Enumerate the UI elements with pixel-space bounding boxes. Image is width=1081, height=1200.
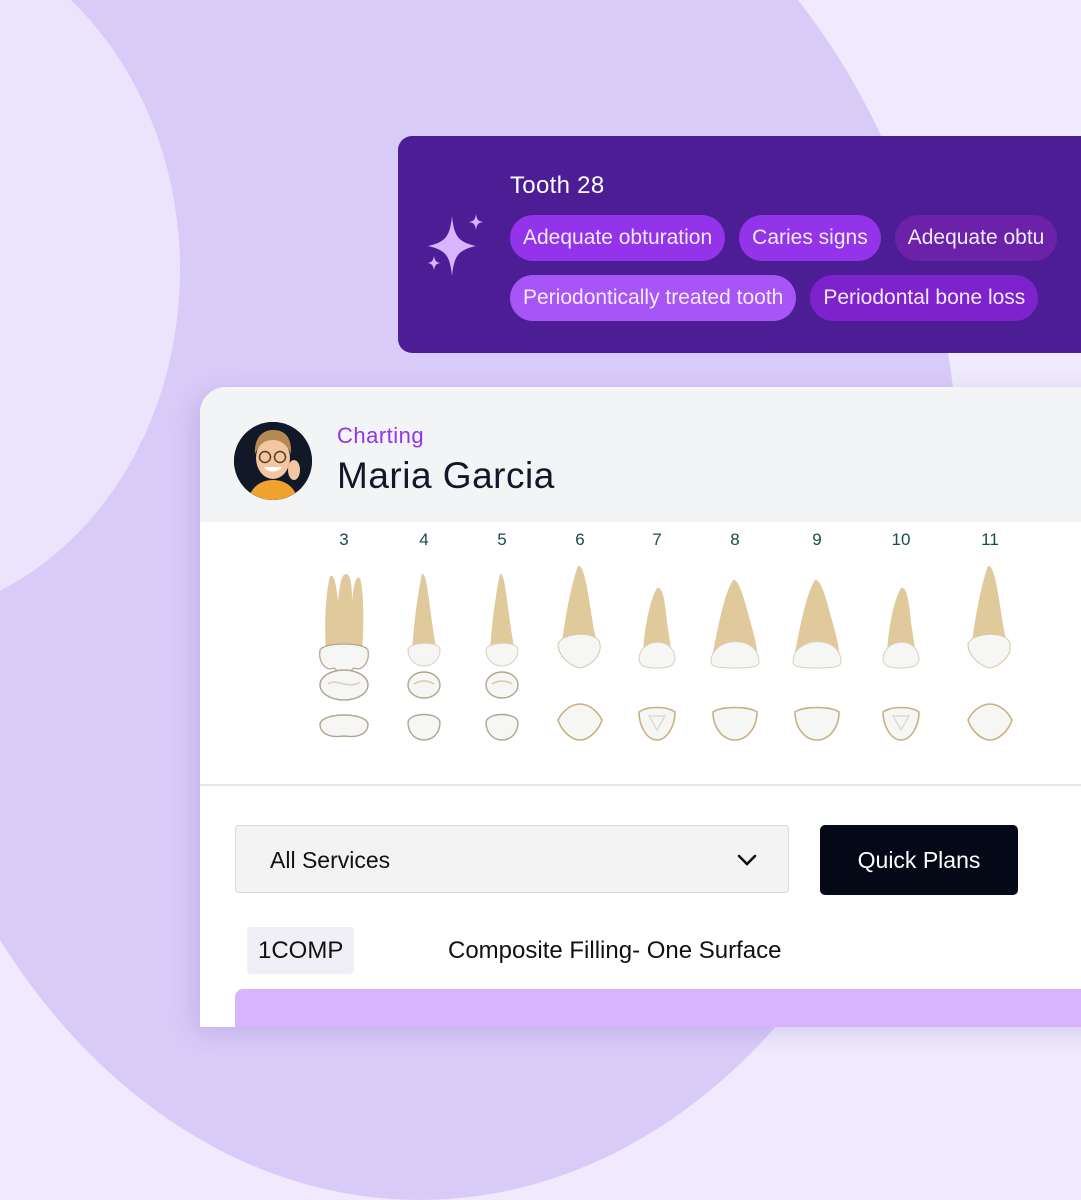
tooth-6[interactable]: 6 — [540, 522, 620, 772]
tooth-8[interactable]: 8 — [695, 522, 775, 772]
finding-chip[interactable]: Caries signs — [739, 215, 881, 261]
tooth-chart: 3 4 5 6 7 8 9 10 11 — [200, 522, 1081, 786]
tooth-number: 8 — [730, 530, 740, 549]
tooth-number: 3 — [339, 530, 349, 549]
service-code: 1COMP — [247, 927, 355, 974]
section-label: Charting — [337, 423, 425, 448]
canine-tooth-icon — [967, 565, 1013, 741]
service-description[interactable]: Composite Filling- One Surface — [448, 937, 781, 965]
sparkle-icon — [428, 214, 483, 276]
tooth-3[interactable]: 3 — [304, 522, 384, 772]
premolar-tooth-icon — [407, 573, 441, 741]
tooth-number: 7 — [652, 530, 662, 549]
tooth-10[interactable]: 10 — [861, 522, 941, 772]
tooth-4[interactable]: 4 — [384, 522, 464, 772]
tooth-number: 4 — [419, 530, 429, 549]
tooth-number: 10 — [891, 530, 911, 549]
ai-findings-card: Tooth 28 Adequate obturation Caries sign… — [398, 136, 1081, 353]
patient-header: Charting Maria Garcia — [200, 387, 1081, 522]
chevron-down-icon — [737, 854, 757, 866]
lateral-incisor-tooth-icon — [882, 587, 920, 741]
finding-chip[interactable]: Adequate obtu — [894, 215, 1058, 261]
patient-avatar-icon — [234, 422, 312, 500]
tooth-number: 11 — [981, 530, 999, 549]
tooth-title: Tooth 28 — [510, 172, 605, 199]
service-row-highlighted[interactable] — [235, 989, 1081, 1027]
tooth-5[interactable]: 5 — [462, 522, 542, 772]
avatar — [234, 422, 312, 500]
tooth-number: 9 — [812, 530, 822, 549]
tooth-number: 6 — [575, 530, 585, 549]
central-incisor-tooth-icon — [710, 579, 760, 741]
tooth-number: 5 — [497, 530, 507, 549]
patient-name: Maria Garcia — [337, 455, 555, 496]
charting-panel: Charting Maria Garcia 3 4 5 6 7 8 9 10 11 All Se… — [200, 387, 1081, 1027]
finding-chip[interactable]: Periodontal bone loss — [810, 275, 1039, 321]
quick-plans-button[interactable]: Quick Plans — [820, 825, 1018, 895]
finding-chip[interactable]: Periodontically treated tooth — [510, 275, 797, 321]
finding-chip[interactable]: Adequate obturation — [510, 215, 726, 261]
tooth-7[interactable]: 7 — [617, 522, 697, 772]
services-select[interactable]: All Services — [235, 825, 789, 893]
lateral-incisor-tooth-icon — [638, 587, 676, 741]
molar-tooth-icon — [319, 574, 369, 738]
tooth-11[interactable]: 11 — [950, 522, 1030, 772]
canine-tooth-icon — [557, 565, 603, 741]
services-select-value: All Services — [270, 847, 391, 873]
premolar-tooth-icon — [485, 573, 519, 741]
central-incisor-tooth-icon — [792, 579, 842, 741]
tooth-9[interactable]: 9 — [777, 522, 857, 772]
